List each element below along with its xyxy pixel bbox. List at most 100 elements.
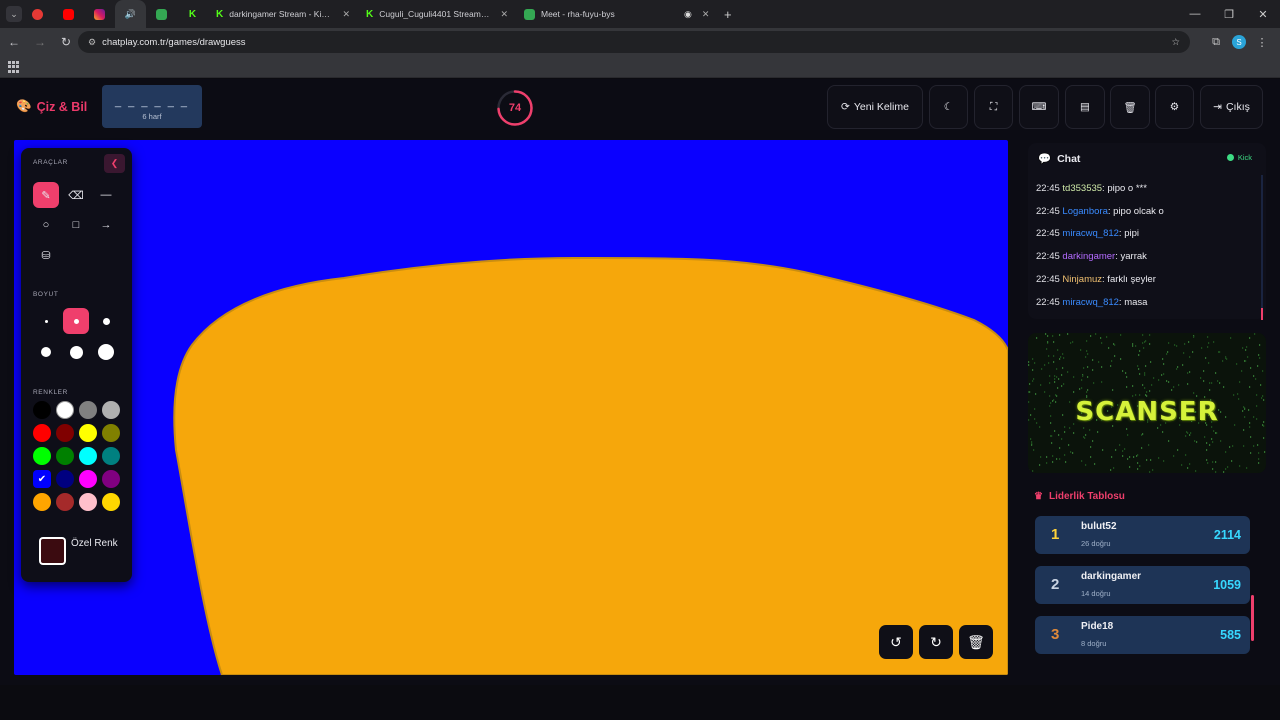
tab-meet[interactable]: Meet - rha-fuyu-bys	[516, 0, 676, 28]
color-swatch[interactable]	[102, 493, 120, 511]
pinned-tab-1[interactable]	[22, 0, 53, 28]
message-user[interactable]: miracwq_812	[1062, 297, 1119, 308]
profile-avatar[interactable]: S	[1232, 35, 1246, 49]
extensions-icon[interactable]: ⧉	[1204, 30, 1228, 54]
color-swatch[interactable]	[102, 470, 120, 488]
size-2-button[interactable]	[63, 308, 89, 334]
platform-badge: Kick	[1226, 153, 1252, 162]
settings-button[interactable]: ⚙	[1155, 85, 1194, 129]
player-correct-count: 8 doğru	[1081, 639, 1107, 648]
rectangle-tool[interactable]: □	[63, 212, 89, 238]
check-icon: ✔	[37, 473, 47, 485]
minimize-icon[interactable]: —	[1178, 0, 1212, 28]
color-swatch[interactable]	[79, 424, 97, 442]
new-word-button[interactable]: ⟳ Yeni Kelime	[827, 85, 923, 129]
chat-header: 💬 Chat	[1038, 152, 1080, 166]
color-swatch[interactable]	[56, 401, 74, 419]
eraser-tool[interactable]: ⌫	[63, 182, 89, 208]
line-tool[interactable]: —	[93, 182, 119, 208]
message-user[interactable]: miracwq_812	[1062, 228, 1119, 239]
color-swatch[interactable]	[79, 401, 97, 419]
brush-tool[interactable]: ✎	[33, 182, 59, 208]
leaderboard-scrollbar[interactable]	[1251, 595, 1254, 641]
browser-menu-icon[interactable]: ⋮	[1250, 30, 1274, 54]
message-user[interactable]: Loganbora	[1062, 206, 1107, 217]
tab-label: darkingamer Stream - Kick Dash	[229, 9, 332, 19]
color-swatch[interactable]	[33, 447, 51, 465]
tab-recording[interactable]: ◉ ✕	[676, 0, 716, 28]
tab-search-icon[interactable]: ⌄	[6, 6, 22, 22]
forward-icon[interactable]: →	[28, 30, 52, 54]
close-tab-icon[interactable]: ✕	[342, 9, 350, 20]
size-6-button[interactable]	[93, 339, 119, 365]
clear-canvas-button[interactable]: 🗑	[959, 625, 993, 659]
reload-icon[interactable]: ↻	[54, 30, 78, 54]
color-swatch[interactable]	[56, 447, 74, 465]
size-5-button[interactable]	[63, 339, 89, 365]
message-text: : pipo o ***	[1102, 183, 1147, 194]
custom-color-swatch[interactable]	[39, 537, 66, 565]
arrow-tool[interactable]: →	[93, 212, 119, 238]
back-icon[interactable]: ←	[2, 30, 26, 54]
pinned-tab-3[interactable]	[84, 0, 115, 28]
color-swatch[interactable]	[56, 470, 74, 488]
color-swatch[interactable]	[102, 401, 120, 419]
keyboard-button[interactable]: ⌨	[1019, 85, 1059, 129]
size-1-button[interactable]	[33, 308, 59, 334]
app-logo[interactable]: 🎨 Çiz & Bil	[16, 99, 87, 114]
bookmark-star-icon[interactable]: ☆	[1171, 37, 1180, 48]
url-bar[interactable]: ⚙ chatplay.com.tr/games/drawguess ☆	[78, 31, 1190, 53]
message-user[interactable]: td353535	[1062, 183, 1102, 194]
exit-button[interactable]: ⇥ Çıkış	[1200, 85, 1263, 129]
drawing-canvas[interactable]	[14, 140, 1008, 675]
color-swatch[interactable]	[33, 401, 51, 419]
pinned-tab-2[interactable]	[53, 0, 84, 28]
clear-button[interactable]: 🗑	[1110, 85, 1150, 129]
message-user[interactable]: darkingamer	[1062, 251, 1115, 262]
color-swatch[interactable]	[33, 424, 51, 442]
chat-scrollbar[interactable]	[1261, 175, 1263, 320]
banner-text: SCANSER	[1075, 397, 1219, 427]
message-text: : pipo olcak o	[1107, 205, 1164, 217]
canvas-drawing	[173, 256, 1008, 675]
undo-button[interactable]: ↺	[879, 625, 913, 659]
archive-button[interactable]: ▤	[1065, 85, 1105, 129]
close-tab-icon[interactable]: ✕	[500, 9, 508, 20]
message-user[interactable]: Ninjamuz	[1062, 274, 1102, 285]
color-swatch[interactable]	[33, 493, 51, 511]
size-4-button[interactable]	[33, 339, 59, 365]
fullscreen-button[interactable]: ⛶	[974, 85, 1013, 129]
keyboard-icon: ⌨	[1031, 101, 1047, 113]
message-time: 22:45	[1036, 251, 1060, 263]
tab-label: Cuguli_Cuguli4401 Stream - We	[379, 9, 491, 19]
color-swatch[interactable]	[56, 424, 74, 442]
site-info-icon[interactable]: ⚙	[88, 37, 96, 48]
pinned-tab-5[interactable]	[146, 0, 177, 28]
color-swatch[interactable]	[56, 493, 74, 511]
browser-toolbar-right: ⧉ S ⋮	[1204, 30, 1274, 54]
size-3-button[interactable]	[93, 308, 119, 334]
circle-tool[interactable]: ○	[33, 212, 59, 238]
color-swatch[interactable]	[102, 447, 120, 465]
palette-icon: 🎨	[16, 99, 32, 113]
new-tab-button[interactable]: +	[716, 0, 746, 28]
collapse-panel-button[interactable]: ❮	[104, 154, 125, 173]
color-swatch[interactable]	[79, 447, 97, 465]
pinned-tab-active[interactable]: 🔊	[115, 0, 146, 28]
tab-kick-dashboard[interactable]: K darkingamer Stream - Kick Dash ✕	[208, 0, 358, 28]
close-window-icon[interactable]: ✕	[1246, 0, 1280, 28]
color-swatch[interactable]	[102, 424, 120, 442]
color-swatch[interactable]: ✔	[33, 470, 51, 488]
apps-grid-icon[interactable]	[8, 61, 20, 73]
color-swatch[interactable]	[79, 493, 97, 511]
sponsor-banner[interactable]: SCANSER	[1028, 333, 1266, 473]
tab-cuguli-stream[interactable]: K Cuguli_Cuguli4401 Stream - We ✕	[358, 0, 516, 28]
dark-mode-button[interactable]: ☾	[929, 85, 968, 129]
archive-icon: ▤	[1080, 101, 1090, 113]
pinned-tab-6[interactable]: K	[177, 0, 208, 28]
restore-icon[interactable]: ❐	[1212, 0, 1246, 28]
color-swatch[interactable]	[79, 470, 97, 488]
close-tab-icon[interactable]: ✕	[702, 9, 710, 20]
fill-tool[interactable]: ⛁	[33, 242, 59, 268]
redo-button[interactable]: ↻	[919, 625, 953, 659]
